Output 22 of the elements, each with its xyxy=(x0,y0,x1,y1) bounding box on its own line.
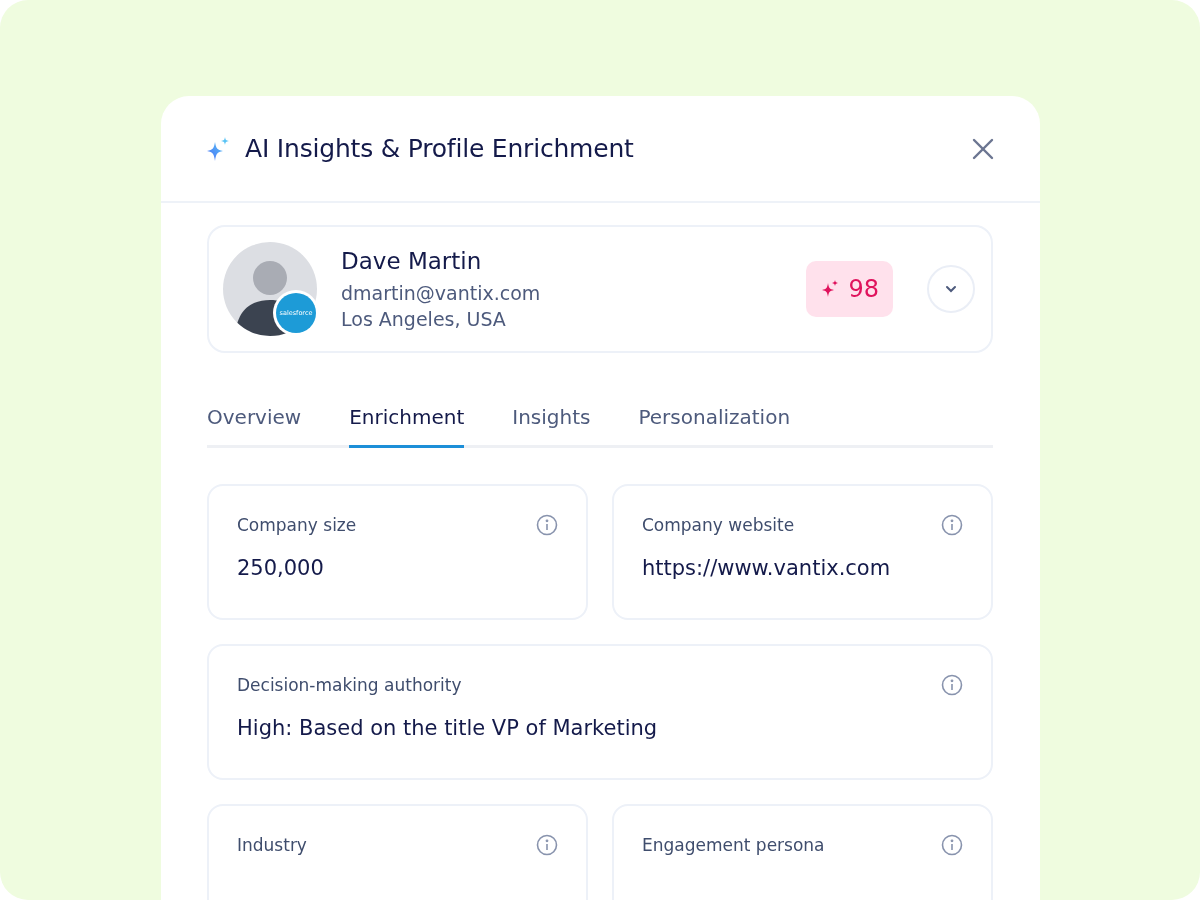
info-icon[interactable] xyxy=(536,514,558,536)
profile-name: Dave Martin xyxy=(341,248,483,274)
info-icon[interactable] xyxy=(941,674,963,696)
field-value: 250,000 xyxy=(237,556,325,580)
profile-location: Los Angeles, USA xyxy=(341,308,507,330)
tab[interactable]: Personalization xyxy=(638,405,791,448)
tab[interactable]: Insights xyxy=(512,405,591,448)
info-icon[interactable] xyxy=(536,834,558,856)
field-label: Company website xyxy=(642,515,795,535)
score-value: 98 xyxy=(848,275,879,303)
field-label: Company size xyxy=(237,515,357,535)
dialog-title: AI Insights & Profile Enrichment xyxy=(245,134,635,163)
field-label: Decision-making authority xyxy=(237,675,462,695)
info-icon[interactable] xyxy=(941,834,963,856)
info-icon[interactable] xyxy=(941,514,963,536)
profile-email: dmartin@vantix.com xyxy=(341,282,542,304)
field-value: High: Based on the title VP of Marketing xyxy=(237,716,659,740)
field-value: https://www.vantix.com xyxy=(642,556,892,580)
tab[interactable]: Enrichment xyxy=(349,405,465,448)
field-label: Industry xyxy=(237,835,307,855)
tab[interactable]: Overview xyxy=(207,405,302,448)
field-label: Engagement persona xyxy=(642,835,825,855)
